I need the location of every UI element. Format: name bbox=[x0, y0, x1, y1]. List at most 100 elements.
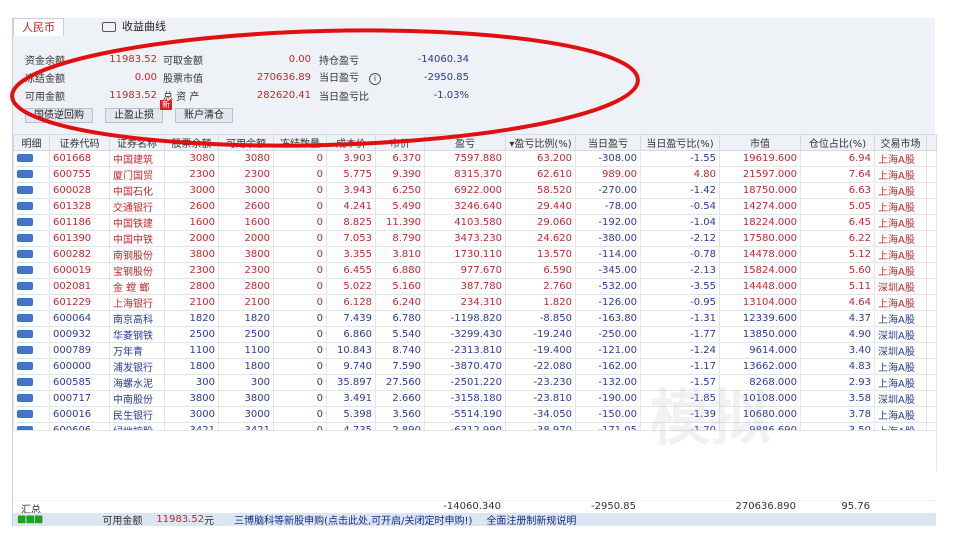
table-row[interactable]: 601186 中国铁建 1600 1600 0 8.825 11.390 4103.580 29… bbox=[13, 214, 937, 231]
ipo-notice-link[interactable]: 三博脑科等新股申购(点击此处,可开启/关闭定时申购!) bbox=[234, 512, 472, 527]
detail-cell[interactable] bbox=[13, 278, 50, 295]
cell-market-value: 13662.000 bbox=[719, 358, 801, 375]
cell-price: 5.160 bbox=[375, 278, 425, 295]
detail-cell[interactable] bbox=[13, 262, 50, 279]
column-header[interactable]: 明细 bbox=[13, 134, 50, 151]
detail-cell[interactable] bbox=[13, 150, 50, 167]
detail-icon[interactable] bbox=[17, 154, 33, 162]
cell-market: 上海A股 bbox=[874, 358, 927, 375]
registration-rules-link[interactable]: 全面注册制新规说明 bbox=[486, 512, 576, 527]
column-header[interactable]: 股票余额 bbox=[164, 134, 219, 151]
column-header[interactable]: 成本价 bbox=[326, 134, 376, 151]
detail-icon[interactable] bbox=[17, 186, 33, 194]
cell-code: 600019 bbox=[49, 262, 110, 279]
cell-frozen: 0 bbox=[273, 406, 327, 423]
detail-cell[interactable] bbox=[13, 342, 50, 359]
column-header[interactable]: 当日盈亏 bbox=[575, 134, 641, 151]
column-header[interactable]: 盈亏 bbox=[424, 134, 506, 151]
cell-frozen: 0 bbox=[273, 374, 327, 391]
table-row[interactable]: 601328 交通银行 2600 2600 0 4.241 5.490 3246.640 29.… bbox=[13, 198, 937, 215]
detail-cell[interactable] bbox=[13, 294, 50, 311]
cell-cost: 5.775 bbox=[326, 166, 376, 183]
table-row[interactable]: 600000 浦发银行 1800 1800 0 9.740 7.590 -3870.470 -2… bbox=[13, 358, 937, 375]
cell-daily-pl-ratio: -0.54 bbox=[640, 198, 720, 215]
cell-extra bbox=[926, 358, 937, 375]
detail-cell[interactable] bbox=[13, 310, 50, 327]
detail-icon[interactable] bbox=[17, 410, 33, 418]
table-row[interactable]: 601668 中国建筑 3080 3080 0 3.903 6.370 7597.880 63.… bbox=[13, 150, 937, 167]
detail-icon[interactable] bbox=[17, 362, 33, 370]
detail-icon[interactable] bbox=[17, 330, 33, 338]
detail-icon[interactable] bbox=[17, 250, 33, 258]
reverse-repo-button[interactable]: 国债逆回购 bbox=[25, 108, 93, 123]
daily-pl-label-text: 当日盈亏 bbox=[319, 73, 359, 84]
table-row[interactable]: 601229 上海银行 2100 2100 0 6.128 6.240 234.310 1.82… bbox=[13, 294, 937, 311]
detail-cell[interactable] bbox=[13, 406, 50, 423]
detail-cell[interactable] bbox=[13, 198, 50, 215]
column-header[interactable]: 证券代码 bbox=[49, 134, 110, 151]
summary-label: 汇总 bbox=[21, 505, 41, 516]
cell-extra bbox=[926, 342, 937, 359]
stop-profit-loss-button[interactable]: 止盈止损新 bbox=[105, 100, 172, 123]
table-row[interactable]: 002081 金 螳 螂 2800 2800 0 5.022 5.160 387.780 2.7… bbox=[13, 278, 937, 295]
detail-cell[interactable] bbox=[13, 214, 50, 231]
column-header[interactable]: ▾盈亏比例(%) bbox=[505, 134, 576, 151]
detail-icon[interactable] bbox=[17, 378, 33, 386]
cell-frozen: 0 bbox=[273, 150, 327, 167]
table-row[interactable]: 600282 南钢股份 3800 3800 0 3.355 3.810 1730.110 13.… bbox=[13, 246, 937, 263]
column-header[interactable]: 证券名称 bbox=[109, 134, 165, 151]
cell-pl-ratio: 62.610 bbox=[505, 166, 576, 183]
detail-icon[interactable] bbox=[17, 202, 33, 210]
detail-cell[interactable] bbox=[13, 390, 50, 407]
detail-icon[interactable] bbox=[17, 346, 33, 354]
column-header[interactable]: 交易市场 bbox=[874, 134, 927, 151]
cell-market-value: 10680.000 bbox=[719, 406, 801, 423]
column-header[interactable]: 仓位占比(%) bbox=[800, 134, 875, 151]
detail-icon[interactable] bbox=[17, 394, 33, 402]
table-row[interactable]: 600028 中国石化 3000 3000 0 3.943 6.250 6922.000 58.… bbox=[13, 182, 937, 199]
daily-pl-label: 当日盈亏 i bbox=[319, 69, 399, 85]
detail-cell[interactable] bbox=[13, 182, 50, 199]
detail-icon[interactable] bbox=[17, 298, 33, 306]
detail-icon[interactable] bbox=[17, 218, 33, 226]
table-row[interactable]: 600064 南京高科 1820 1820 0 7.439 6.780 -1198.820 -8… bbox=[13, 310, 937, 327]
detail-icon[interactable] bbox=[17, 170, 33, 178]
table-row[interactable]: 600019 宝钢股份 2300 2300 0 6.455 6.880 977.670 6.59… bbox=[13, 262, 937, 279]
table-row[interactable]: 600016 民生银行 3000 3000 0 5.398 3.560 -5514.190 -3… bbox=[13, 406, 937, 423]
detail-icon[interactable] bbox=[17, 234, 33, 242]
tab-profit-curve[interactable]: 收益曲线 bbox=[94, 18, 174, 36]
detail-cell[interactable] bbox=[13, 246, 50, 263]
column-header[interactable]: 当日盈亏比(%) bbox=[640, 134, 720, 151]
table-row[interactable]: 000789 万年青 1100 1100 0 10.843 8.740 -2313.810 -1… bbox=[13, 342, 937, 359]
table-row[interactable]: 600585 海螺水泥 300 300 0 35.897 27.560 -2501.220 -2… bbox=[13, 374, 937, 391]
cell-market: 上海A股 bbox=[874, 230, 927, 247]
tab-rmb[interactable]: 人民币 bbox=[13, 18, 64, 36]
column-header[interactable] bbox=[926, 134, 937, 151]
table-row[interactable]: 000932 华菱钢铁 2500 2500 0 6.860 5.540 -3299.430 -1… bbox=[13, 326, 937, 343]
detail-icon[interactable] bbox=[17, 282, 33, 290]
detail-icon[interactable] bbox=[17, 266, 33, 274]
clear-account-button[interactable]: 账户清仓 bbox=[175, 108, 233, 123]
table-row[interactable]: 600755 厦门国贸 2300 2300 0 5.775 9.390 8315.370 62.… bbox=[13, 166, 937, 183]
detail-cell[interactable] bbox=[13, 374, 50, 391]
column-header[interactable]: 市价 bbox=[375, 134, 425, 151]
detail-cell[interactable] bbox=[13, 230, 50, 247]
cell-position-ratio: 4.64 bbox=[800, 294, 875, 311]
table-row[interactable]: 601390 中国中铁 2000 2000 0 7.053 8.790 3473.230 24.… bbox=[13, 230, 937, 247]
cell-name: 华菱钢铁 bbox=[109, 326, 165, 343]
cell-code: 601390 bbox=[49, 230, 110, 247]
cell-code: 000789 bbox=[49, 342, 110, 359]
detail-cell[interactable] bbox=[13, 326, 50, 343]
detail-cell[interactable] bbox=[13, 166, 50, 183]
detail-cell[interactable] bbox=[13, 358, 50, 375]
cell-market: 上海A股 bbox=[874, 150, 927, 167]
column-header[interactable]: 市值 bbox=[719, 134, 801, 151]
column-header[interactable]: 可用余额 bbox=[218, 134, 274, 151]
column-header[interactable]: 冻结数量 bbox=[273, 134, 327, 151]
detail-icon[interactable] bbox=[17, 314, 33, 322]
cell-daily-pl: -190.00 bbox=[575, 390, 641, 407]
cell-market: 上海A股 bbox=[874, 262, 927, 279]
table-row[interactable]: 000717 中南股份 3800 3800 0 3.491 2.660 -3158.180 -2… bbox=[13, 390, 937, 407]
cell-available: 2600 bbox=[218, 198, 274, 215]
info-icon[interactable]: i bbox=[369, 73, 381, 85]
